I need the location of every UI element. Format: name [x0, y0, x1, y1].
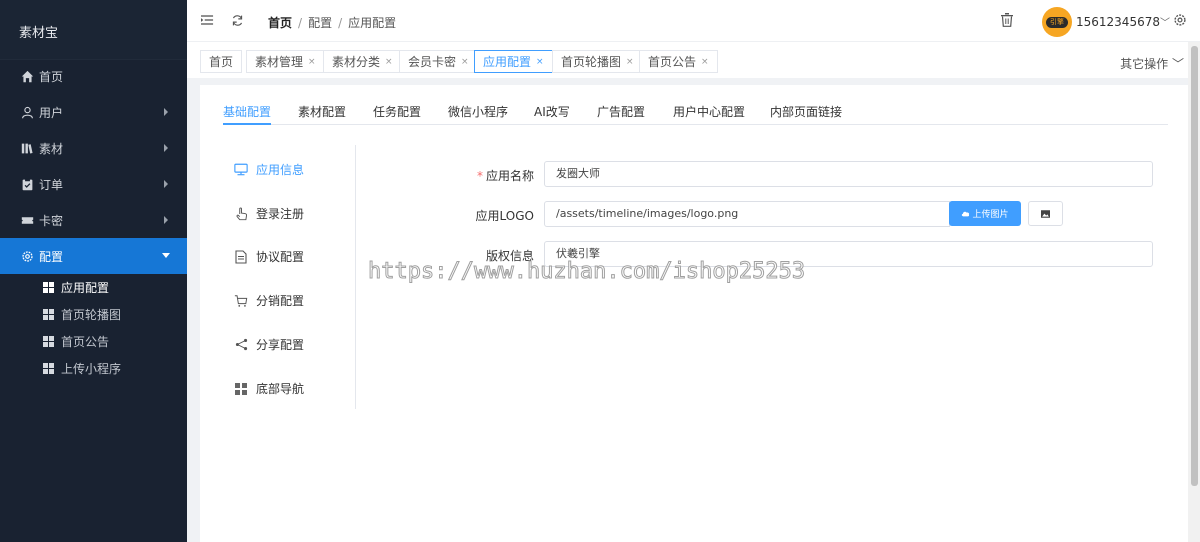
- close-icon[interactable]: ×: [461, 57, 469, 67]
- sidebar-item-label: 首页: [39, 69, 64, 84]
- upload-image-button[interactable]: 上传图片: [949, 201, 1021, 226]
- side-item-distribution[interactable]: 分销配置: [234, 292, 304, 309]
- settings-gear-icon[interactable]: [1173, 13, 1187, 27]
- sidebar-item-label: 卡密: [39, 213, 64, 228]
- caret-right-icon: [164, 144, 168, 152]
- side-item-share[interactable]: 分享配置: [234, 336, 304, 353]
- app-name-input[interactable]: 发圈大师: [544, 161, 1153, 187]
- page-scrollbar[interactable]: [1188, 42, 1200, 542]
- top-header: 首页 / 配置 / 应用配置 引擎 15612345678﹀: [187, 0, 1200, 42]
- grid-icon: [43, 309, 54, 320]
- breadcrumb-app-config: 应用配置: [348, 16, 397, 30]
- home-icon: [20, 69, 34, 83]
- breadcrumb: 首页 / 配置 / 应用配置: [268, 16, 397, 30]
- ticket-icon: [20, 213, 34, 227]
- sidebar-subitem-upload-miniprogram[interactable]: 上传小程序: [0, 355, 187, 382]
- config-tabs: 基础配置 素材配置 任务配置 微信小程序 AI改写 广告配置 用户中心配置 内部…: [223, 103, 1168, 125]
- tab-task-config[interactable]: 任务配置: [373, 103, 421, 125]
- close-icon[interactable]: ×: [308, 57, 316, 67]
- sidebar-item-card[interactable]: 卡密: [0, 202, 187, 238]
- tab-member-card[interactable]: 会员卡密 ×: [399, 50, 478, 73]
- grid-icon: [234, 382, 248, 396]
- caret-right-icon: [164, 180, 168, 188]
- breadcrumb-config[interactable]: 配置: [308, 16, 332, 30]
- main-content: 基础配置 素材配置 任务配置 微信小程序 AI改写 广告配置 用户中心配置 内部…: [200, 85, 1188, 542]
- tab-basic-config[interactable]: 基础配置: [223, 103, 272, 125]
- tab-ai-rewrite[interactable]: AI改写: [534, 103, 570, 125]
- page-tabs: 首页 素材管理 × 素材分类 × 会员卡密 × 应用配置 × 首页轮播图 × 首页公告 × …: [187, 42, 1200, 78]
- sidebar-subitem-label: 首页轮播图: [61, 308, 122, 322]
- sidebar-subitem-notice[interactable]: 首页公告: [0, 328, 187, 355]
- tab-home-notice[interactable]: 首页公告 ×: [639, 50, 718, 73]
- share-icon: [234, 338, 248, 352]
- caret-down-icon: [162, 253, 170, 258]
- side-item-bottom-nav[interactable]: 底部导航: [234, 380, 304, 397]
- grid-icon: [43, 336, 54, 347]
- scrollbar-thumb[interactable]: [1191, 46, 1198, 486]
- order-icon: [20, 177, 34, 191]
- sidebar-item-label: 配置: [39, 249, 64, 264]
- sidebar-item-label: 用户: [39, 105, 64, 120]
- gear-icon: [20, 249, 34, 263]
- close-icon[interactable]: ×: [701, 57, 709, 67]
- tab-ad-config[interactable]: 广告配置: [597, 103, 645, 125]
- username-dropdown[interactable]: 15612345678﹀: [1076, 14, 1170, 29]
- sidebar: 素材宝 首页 用户 素材 订单 卡密 配置 应用配置 首页轮播图 首页公告 上传…: [0, 0, 187, 542]
- user-icon: [20, 105, 34, 119]
- chevron-down-icon: ﹀: [1159, 18, 1170, 29]
- menu-fold-icon[interactable]: [200, 13, 214, 27]
- image-icon: [1041, 209, 1050, 218]
- tab-material-config[interactable]: 素材配置: [298, 103, 346, 125]
- sidebar-subitem-label: 首页公告: [61, 335, 110, 349]
- watermark-text: https://www.huzhan.com/ishop25253: [367, 259, 806, 285]
- close-icon[interactable]: ×: [626, 57, 634, 67]
- breadcrumb-home[interactable]: 首页: [268, 16, 292, 30]
- sidebar-subitem-app-config[interactable]: 应用配置: [0, 274, 187, 301]
- close-icon[interactable]: ×: [536, 57, 544, 67]
- sidebar-subitem-label: 应用配置: [61, 281, 110, 295]
- sidebar-subitem-label: 上传小程序: [61, 362, 122, 376]
- trash-icon[interactable]: [1000, 13, 1014, 27]
- sidebar-item-home[interactable]: 首页: [0, 58, 187, 94]
- cloud-upload-icon: [962, 211, 970, 217]
- sidebar-item-order[interactable]: 订单: [0, 166, 187, 202]
- tab-home[interactable]: 首页: [200, 50, 243, 73]
- brand-title: 素材宝: [0, 0, 187, 60]
- tab-internal-links[interactable]: 内部页面链接: [770, 103, 842, 125]
- tab-material-manage[interactable]: 素材管理 ×: [246, 50, 325, 73]
- image-preview-button[interactable]: [1028, 201, 1063, 226]
- close-icon[interactable]: ×: [385, 57, 393, 67]
- tab-user-center-config[interactable]: 用户中心配置: [673, 103, 745, 125]
- tab-material-category[interactable]: 素材分类 ×: [323, 50, 402, 73]
- sidebar-item-config[interactable]: 配置: [0, 238, 187, 274]
- sidebar-item-user[interactable]: 用户: [0, 94, 187, 130]
- grid-icon: [43, 363, 54, 374]
- other-operations-dropdown[interactable]: 其它操作 ﹀: [1120, 55, 1184, 72]
- caret-right-icon: [164, 108, 168, 116]
- avatar[interactable]: 引擎: [1042, 7, 1072, 37]
- sidebar-subitem-banner[interactable]: 首页轮播图: [0, 301, 187, 328]
- caret-right-icon: [164, 216, 168, 224]
- app-logo-input[interactable]: /assets/timeline/images/logo.png: [544, 201, 950, 227]
- tab-wechat-miniprogram[interactable]: 微信小程序: [448, 103, 508, 125]
- form-row-app-logo: 应用LOGO /assets/timeline/images/logo.png …: [200, 201, 1188, 227]
- sidebar-item-material[interactable]: 素材: [0, 130, 187, 166]
- cart-icon: [234, 294, 248, 308]
- form-row-app-name: * 应用名称 发圈大师: [200, 161, 1188, 187]
- sidebar-item-label: 订单: [39, 177, 64, 192]
- grid-icon: [43, 282, 54, 293]
- refresh-icon[interactable]: [230, 13, 244, 27]
- library-icon: [20, 141, 34, 155]
- app-logo-label: 应用LOGO: [475, 209, 534, 223]
- tab-home-banner[interactable]: 首页轮播图 ×: [552, 50, 643, 73]
- tab-app-config[interactable]: 应用配置 ×: [474, 50, 553, 73]
- app-name-label: * 应用名称: [476, 169, 534, 183]
- sidebar-item-label: 素材: [39, 141, 64, 156]
